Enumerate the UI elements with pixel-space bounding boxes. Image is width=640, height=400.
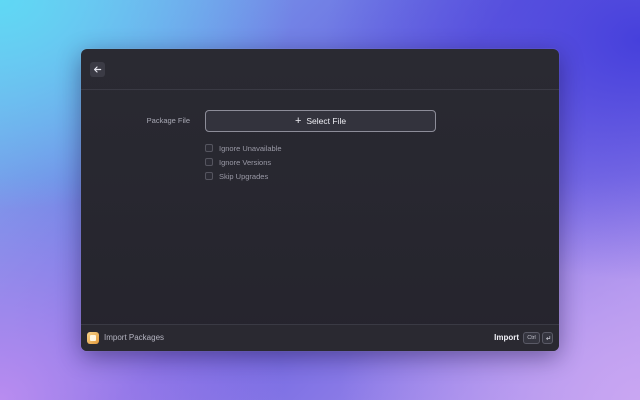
import-button[interactable]: Import (494, 333, 519, 342)
back-button[interactable] (90, 62, 105, 77)
select-file-label: Select File (306, 116, 347, 126)
footer-bar: Import Packages Import Ctrl (81, 324, 559, 351)
option-label: Skip Upgrades (219, 171, 269, 181)
select-file-button[interactable]: + Select File (205, 110, 436, 132)
package-file-label: Package File (146, 116, 190, 125)
option-label: Ignore Versions (219, 157, 272, 167)
ignore-unavailable-checkbox[interactable] (205, 144, 213, 152)
plus-icon: + (294, 114, 302, 127)
skip-upgrades-checkbox[interactable] (205, 172, 213, 180)
option-label: Ignore Unavailable (219, 143, 282, 153)
title-bar (81, 49, 559, 90)
return-key-badge (542, 332, 553, 344)
ignore-versions-checkbox[interactable] (205, 158, 213, 166)
package-app-icon (87, 332, 99, 344)
option-skip-upgrades[interactable]: Skip Upgrades (205, 169, 282, 183)
import-packages-window: Package File + Select File Ignore Unavai… (81, 49, 559, 351)
option-ignore-unavailable[interactable]: Ignore Unavailable (205, 141, 282, 155)
arrow-left-icon (93, 66, 102, 73)
footer-title: Import Packages (104, 333, 165, 342)
return-icon (545, 335, 550, 341)
option-ignore-versions[interactable]: Ignore Versions (205, 155, 282, 169)
ctrl-key-badge: Ctrl (523, 332, 540, 344)
options-group: Ignore Unavailable Ignore Versions Skip … (205, 141, 282, 183)
